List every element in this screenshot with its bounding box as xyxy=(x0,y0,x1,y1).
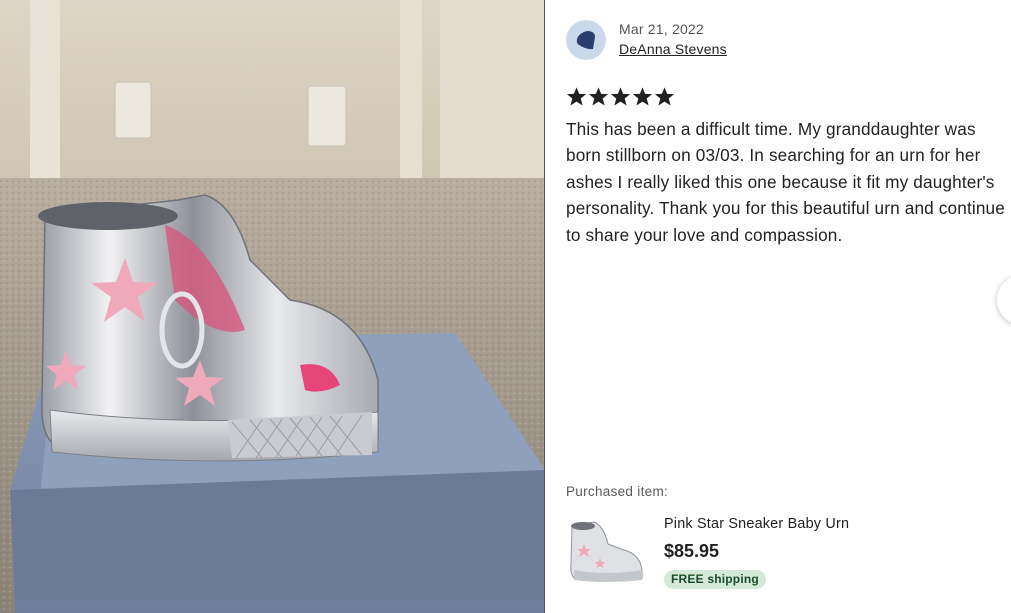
sneaker-urn-thumbnail xyxy=(566,514,650,586)
user-avatar-icon xyxy=(576,31,595,50)
review-date: Mar 21, 2022 xyxy=(619,21,704,37)
review-panel: Mar 21, 2022 DeAnna Stevens This has bee… xyxy=(546,0,1011,613)
next-review-button[interactable] xyxy=(997,275,1011,325)
star-icon xyxy=(632,87,653,106)
free-shipping-badge: FREE shipping xyxy=(664,570,766,589)
reviewer-name-link[interactable]: DeAnna Stevens xyxy=(619,41,727,57)
sneaker-urn-photo xyxy=(0,0,544,613)
star-icon xyxy=(588,87,609,106)
star-icon xyxy=(610,87,631,106)
reviewer-avatar[interactable] xyxy=(566,20,606,60)
purchased-item-label: Purchased item: xyxy=(566,484,669,499)
review-text: This has been a difficult time. My grand… xyxy=(566,119,1005,245)
purchased-item-title[interactable]: Pink Star Sneaker Baby Urn xyxy=(664,516,849,532)
review-photo[interactable] xyxy=(0,0,545,613)
star-rating xyxy=(566,86,675,107)
purchased-item-thumbnail[interactable] xyxy=(566,514,650,586)
purchased-item-price: $85.95 xyxy=(664,541,720,561)
star-icon xyxy=(566,87,587,106)
star-icon xyxy=(654,87,675,106)
